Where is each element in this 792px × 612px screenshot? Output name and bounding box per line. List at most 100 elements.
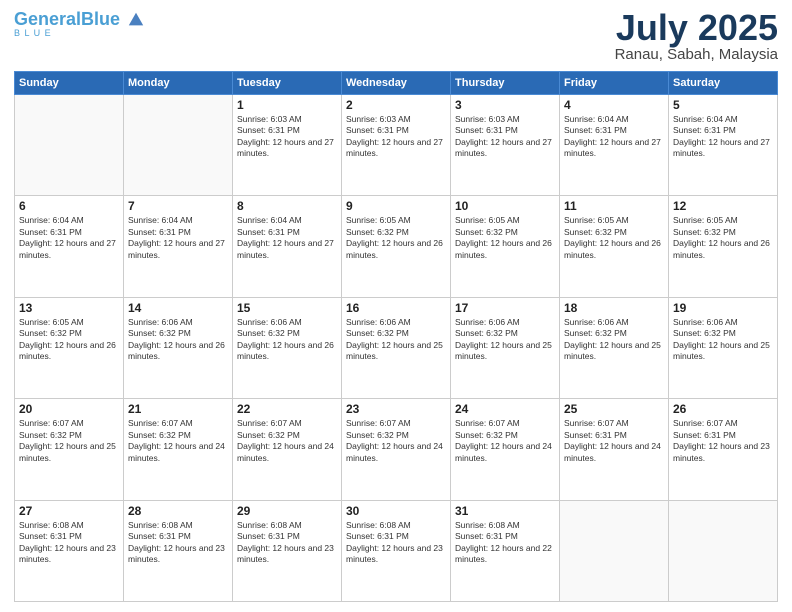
day-info: Sunrise: 6:07 AM Sunset: 6:32 PM Dayligh… <box>346 418 446 464</box>
week-row-4: 20 Sunrise: 6:07 AM Sunset: 6:32 PM Dayli… <box>15 399 778 500</box>
day-info: Sunrise: 6:07 AM Sunset: 6:32 PM Dayligh… <box>128 418 228 464</box>
day-info: Sunrise: 6:08 AM Sunset: 6:31 PM Dayligh… <box>346 520 446 566</box>
day-info: Sunrise: 6:08 AM Sunset: 6:31 PM Dayligh… <box>455 520 555 566</box>
day-number: 29 <box>237 504 337 518</box>
page-header: GeneralBlue B L U E July 2025 Ranau, Sab… <box>14 10 778 63</box>
calendar-cell: 22Sunrise: 6:07 AM Sunset: 6:32 PM Dayli… <box>233 399 342 500</box>
calendar-table: SundayMondayTuesdayWednesdayThursdayFrid… <box>14 71 778 602</box>
logo-tagline: B L U E <box>14 28 52 38</box>
day-number: 6 <box>19 199 119 213</box>
day-info: Sunrise: 6:04 AM Sunset: 6:31 PM Dayligh… <box>673 114 773 160</box>
day-number: 15 <box>237 301 337 315</box>
logo: GeneralBlue B L U E <box>14 10 145 38</box>
day-number: 1 <box>237 98 337 112</box>
day-info: Sunrise: 6:05 AM Sunset: 6:32 PM Dayligh… <box>564 215 664 261</box>
day-info: Sunrise: 6:07 AM Sunset: 6:32 PM Dayligh… <box>19 418 119 464</box>
day-number: 11 <box>564 199 664 213</box>
calendar-cell <box>124 95 233 196</box>
day-info: Sunrise: 6:04 AM Sunset: 6:31 PM Dayligh… <box>19 215 119 261</box>
day-info: Sunrise: 6:07 AM Sunset: 6:31 PM Dayligh… <box>564 418 664 464</box>
logo-general: General <box>14 9 81 29</box>
logo-icon <box>127 11 145 29</box>
calendar-cell: 29 Sunrise: 6:08 AM Sunset: 6:31 PM Dayli… <box>233 500 342 601</box>
calendar-cell: 21 Sunrise: 6:07 AM Sunset: 6:32 PM Dayli… <box>124 399 233 500</box>
day-number: 9 <box>346 199 446 213</box>
day-info: Sunrise: 6:05 AM Sunset: 6:32 PM Dayligh… <box>19 317 119 363</box>
calendar-cell: 26Sunrise: 6:07 AM Sunset: 6:31 PM Dayli… <box>669 399 778 500</box>
calendar-cell: 9 Sunrise: 6:05 AM Sunset: 6:32 PM Daylig… <box>342 196 451 297</box>
calendar-title: July 2025 <box>615 10 778 46</box>
weekday-header-tuesday: Tuesday <box>233 72 342 95</box>
day-info: Sunrise: 6:08 AM Sunset: 6:31 PM Dayligh… <box>19 520 119 566</box>
day-number: 10 <box>455 199 555 213</box>
day-info: Sunrise: 6:06 AM Sunset: 6:32 PM Dayligh… <box>564 317 664 363</box>
calendar-cell: 30 Sunrise: 6:08 AM Sunset: 6:31 PM Dayli… <box>342 500 451 601</box>
calendar-cell: 8 Sunrise: 6:04 AM Sunset: 6:31 PM Daylig… <box>233 196 342 297</box>
day-number: 12 <box>673 199 773 213</box>
calendar-cell: 1 Sunrise: 6:03 AM Sunset: 6:31 PM Daylig… <box>233 95 342 196</box>
day-number: 23 <box>346 402 446 416</box>
calendar-cell: 15 Sunrise: 6:06 AM Sunset: 6:32 PM Dayli… <box>233 297 342 398</box>
day-number: 28 <box>128 504 228 518</box>
day-number: 2 <box>346 98 446 112</box>
day-number: 21 <box>128 402 228 416</box>
day-number: 20 <box>19 402 119 416</box>
weekday-header-row: SundayMondayTuesdayWednesdayThursdayFrid… <box>15 72 778 95</box>
weekday-header-monday: Monday <box>124 72 233 95</box>
day-info: Sunrise: 6:05 AM Sunset: 6:32 PM Dayligh… <box>455 215 555 261</box>
logo-blue: Blue <box>81 9 120 29</box>
day-number: 8 <box>237 199 337 213</box>
day-info: Sunrise: 6:04 AM Sunset: 6:31 PM Dayligh… <box>237 215 337 261</box>
day-info: Sunrise: 6:04 AM Sunset: 6:31 PM Dayligh… <box>128 215 228 261</box>
calendar-cell: 18 Sunrise: 6:06 AM Sunset: 6:32 PM Dayli… <box>560 297 669 398</box>
calendar-cell: 12 Sunrise: 6:05 AM Sunset: 6:32 PM Dayli… <box>669 196 778 297</box>
weekday-header-wednesday: Wednesday <box>342 72 451 95</box>
calendar-cell <box>560 500 669 601</box>
day-info: Sunrise: 6:03 AM Sunset: 6:31 PM Dayligh… <box>346 114 446 160</box>
day-info: Sunrise: 6:03 AM Sunset: 6:31 PM Dayligh… <box>237 114 337 160</box>
day-number: 18 <box>564 301 664 315</box>
calendar-cell: 31 Sunrise: 6:08 AM Sunset: 6:31 PM Dayli… <box>451 500 560 601</box>
day-number: 26 <box>673 402 773 416</box>
calendar-cell: 19Sunrise: 6:06 AM Sunset: 6:32 PM Dayli… <box>669 297 778 398</box>
calendar-cell <box>669 500 778 601</box>
calendar-cell: 27 Sunrise: 6:08 AM Sunset: 6:31 PM Dayli… <box>15 500 124 601</box>
day-info: Sunrise: 6:08 AM Sunset: 6:31 PM Dayligh… <box>128 520 228 566</box>
day-info: Sunrise: 6:07 AM Sunset: 6:32 PM Dayligh… <box>455 418 555 464</box>
day-info: Sunrise: 6:04 AM Sunset: 6:31 PM Dayligh… <box>564 114 664 160</box>
day-number: 7 <box>128 199 228 213</box>
day-number: 5 <box>673 98 773 112</box>
calendar-cell: 20 Sunrise: 6:07 AM Sunset: 6:32 PM Dayli… <box>15 399 124 500</box>
day-number: 3 <box>455 98 555 112</box>
day-number: 13 <box>19 301 119 315</box>
day-number: 24 <box>455 402 555 416</box>
calendar-cell: 3 Sunrise: 6:03 AM Sunset: 6:31 PM Daylig… <box>451 95 560 196</box>
calendar-cell <box>15 95 124 196</box>
calendar-cell: 13 Sunrise: 6:05 AM Sunset: 6:32 PM Dayli… <box>15 297 124 398</box>
day-info: Sunrise: 6:06 AM Sunset: 6:32 PM Dayligh… <box>346 317 446 363</box>
day-info: Sunrise: 6:05 AM Sunset: 6:32 PM Dayligh… <box>673 215 773 261</box>
day-number: 19 <box>673 301 773 315</box>
calendar-cell: 10 Sunrise: 6:05 AM Sunset: 6:32 PM Dayli… <box>451 196 560 297</box>
day-number: 17 <box>455 301 555 315</box>
day-info: Sunrise: 6:03 AM Sunset: 6:31 PM Dayligh… <box>455 114 555 160</box>
title-block: July 2025 Ranau, Sabah, Malaysia <box>615 10 778 63</box>
weekday-header-friday: Friday <box>560 72 669 95</box>
day-info: Sunrise: 6:06 AM Sunset: 6:32 PM Dayligh… <box>237 317 337 363</box>
week-row-2: 6 Sunrise: 6:04 AM Sunset: 6:31 PM Daylig… <box>15 196 778 297</box>
day-number: 31 <box>455 504 555 518</box>
page-container: GeneralBlue B L U E July 2025 Ranau, Sab… <box>0 0 792 612</box>
calendar-cell: 16Sunrise: 6:06 AM Sunset: 6:32 PM Dayli… <box>342 297 451 398</box>
day-info: Sunrise: 6:05 AM Sunset: 6:32 PM Dayligh… <box>346 215 446 261</box>
calendar-cell: 24 Sunrise: 6:07 AM Sunset: 6:32 PM Dayli… <box>451 399 560 500</box>
calendar-cell: 17 Sunrise: 6:06 AM Sunset: 6:32 PM Dayli… <box>451 297 560 398</box>
day-number: 27 <box>19 504 119 518</box>
day-info: Sunrise: 6:07 AM Sunset: 6:32 PM Dayligh… <box>237 418 337 464</box>
day-info: Sunrise: 6:06 AM Sunset: 6:32 PM Dayligh… <box>455 317 555 363</box>
week-row-1: 1 Sunrise: 6:03 AM Sunset: 6:31 PM Daylig… <box>15 95 778 196</box>
day-number: 30 <box>346 504 446 518</box>
calendar-cell: 7 Sunrise: 6:04 AM Sunset: 6:31 PM Daylig… <box>124 196 233 297</box>
day-info: Sunrise: 6:08 AM Sunset: 6:31 PM Dayligh… <box>237 520 337 566</box>
week-row-5: 27 Sunrise: 6:08 AM Sunset: 6:31 PM Dayli… <box>15 500 778 601</box>
week-row-3: 13 Sunrise: 6:05 AM Sunset: 6:32 PM Dayli… <box>15 297 778 398</box>
